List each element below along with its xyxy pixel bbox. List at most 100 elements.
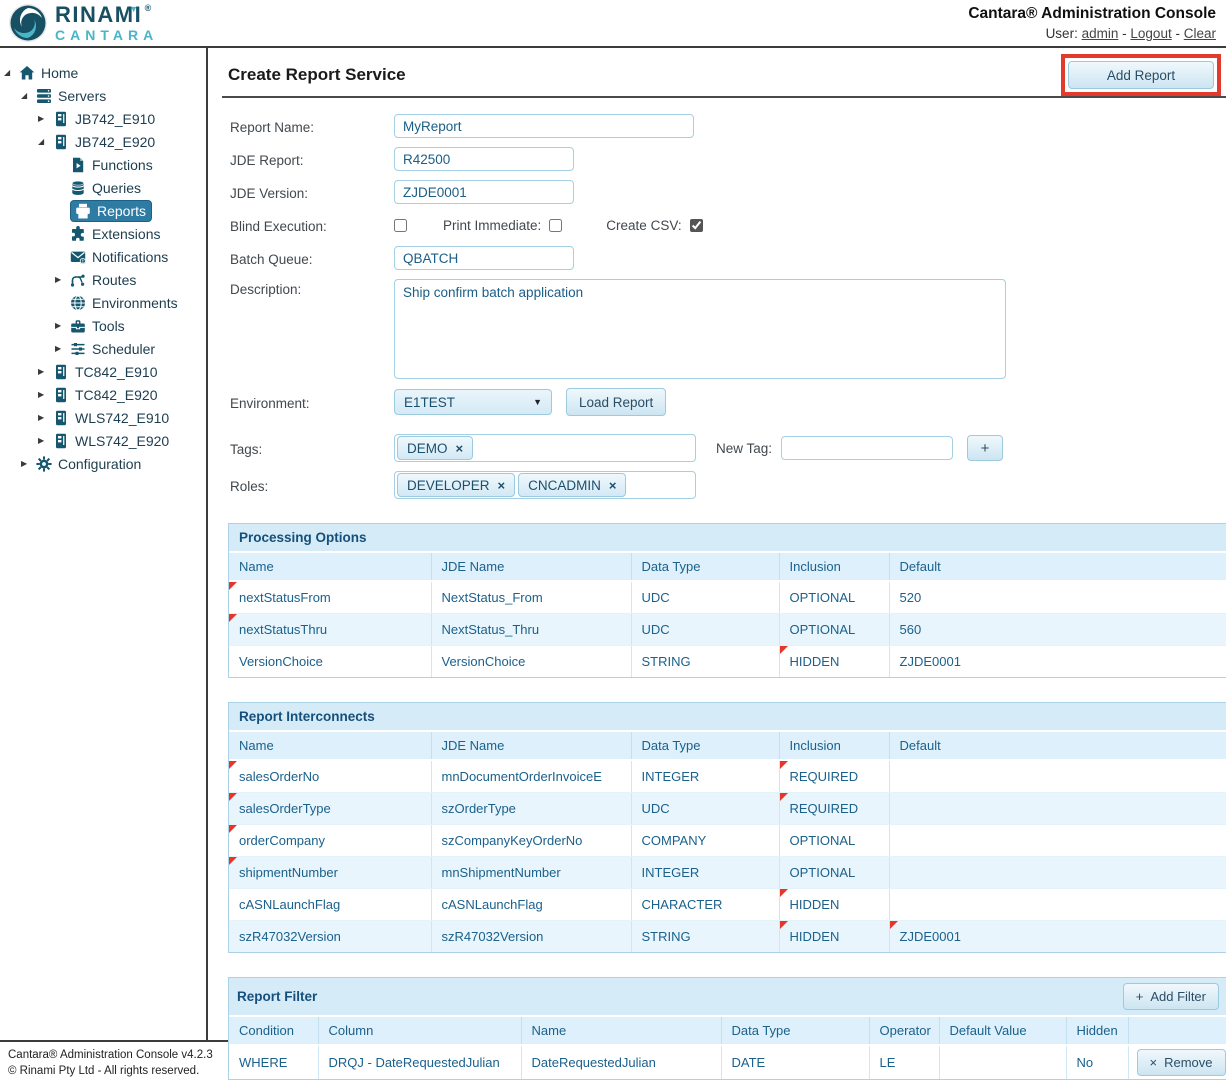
logout-link[interactable]: Logout — [1130, 26, 1171, 41]
jde-report-input[interactable] — [394, 147, 574, 171]
print-immediate-checkbox[interactable] — [549, 219, 562, 232]
new-tag-label: New Tag: — [716, 441, 772, 456]
chip-remove-icon[interactable]: × — [498, 479, 506, 492]
sidebar-item-scheduler[interactable]: ▶ Scheduler — [0, 337, 206, 360]
column-header: Default Value — [939, 1017, 1066, 1045]
column-header: Operator — [869, 1017, 939, 1045]
table-cell: mnShipmentNumber — [431, 857, 631, 889]
sidebar-item-configuration[interactable]: ▶ Configuration — [0, 452, 206, 475]
chip-remove-icon[interactable]: × — [456, 442, 464, 455]
remove-filter-button[interactable]: ×Remove — [1137, 1049, 1226, 1076]
environment-select[interactable]: E1TEST ▼ — [394, 389, 552, 415]
sidebar-item-tc842_e910[interactable]: ▶ TC842_E910 — [0, 360, 206, 383]
roles-label: Roles: — [222, 476, 394, 494]
sidebar-item-tools[interactable]: ▶ Tools — [0, 314, 206, 337]
sidebar-item-wls742_e910[interactable]: ▶ WLS742_E910 — [0, 406, 206, 429]
blind-execution-checkbox[interactable] — [394, 219, 407, 232]
sidebar-item-jb742_e920[interactable]: ◢ JB742_E920 — [0, 130, 206, 153]
expander-icon[interactable]: ▶ — [55, 321, 70, 330]
sidebar-item-servers[interactable]: ◢ Servers — [0, 84, 206, 107]
expander-icon[interactable]: ▶ — [38, 436, 53, 445]
expander-icon[interactable]: ▶ — [55, 344, 70, 353]
home-icon — [19, 65, 36, 81]
filter-actions-cell: ×Remove — [1128, 1045, 1226, 1079]
brand: RINAMI▼® CANTARA — [8, 3, 158, 43]
expander-icon[interactable]: ◢ — [21, 91, 36, 100]
report-filter-table: Report Filter + Add Filter ConditionColu… — [228, 977, 1226, 1080]
expander-icon[interactable]: ▶ — [38, 390, 53, 399]
create-csv-checkbox[interactable] — [690, 219, 703, 232]
sidebar-item-label: Notifications — [92, 249, 168, 265]
jde-version-input[interactable] — [394, 180, 574, 204]
table-cell: INTEGER — [631, 760, 779, 793]
sidebar-item-jb742_e910[interactable]: ▶ JB742_E910 — [0, 107, 206, 130]
column-header: Inclusion — [779, 553, 889, 581]
table-cell: UDC — [631, 614, 779, 646]
configuration-icon — [36, 456, 53, 472]
filter-row: WHEREDRQJ - DateRequestedJulianDateReque… — [229, 1045, 1226, 1079]
expander-icon[interactable]: ▶ — [38, 367, 53, 376]
sidebar-item-wls742_e920[interactable]: ▶ WLS742_E920 — [0, 429, 206, 452]
expander-icon[interactable]: ▶ — [38, 114, 53, 123]
chip-label: CNCADMIN — [528, 478, 601, 493]
expander-icon[interactable]: ◢ — [4, 68, 19, 77]
scheduler-icon — [70, 341, 87, 357]
batch-queue-input[interactable] — [394, 246, 574, 270]
sidebar-item-tc842_e920[interactable]: ▶ TC842_E920 — [0, 383, 206, 406]
sidebar-item-reports[interactable]: Reports — [0, 199, 206, 222]
blind-execution-label: Blind Execution: — [222, 216, 394, 234]
role-chip-developer: DEVELOPER × — [397, 473, 515, 497]
table-cell: NextStatus_Thru — [431, 614, 631, 646]
add-tag-button[interactable]: + — [967, 435, 1003, 461]
tags-input[interactable]: DEMO × — [394, 434, 696, 462]
environment-value: E1TEST — [404, 395, 455, 410]
column-header: Name — [229, 553, 431, 581]
sidebar-item-label: Home — [41, 65, 78, 81]
sidebar-item-label: WLS742_E920 — [75, 433, 169, 449]
expander-icon[interactable]: ▶ — [38, 413, 53, 422]
table-cell: VersionChoice — [229, 646, 431, 678]
roles-input[interactable]: DEVELOPER × CNCADMIN × — [394, 471, 696, 499]
clear-link[interactable]: Clear — [1184, 26, 1216, 41]
processing-options-table: Processing Options NameJDE NameData Type… — [228, 523, 1226, 678]
table-row: VersionChoiceVersionChoiceSTRINGHIDDENZJ… — [229, 646, 1226, 678]
sidebar-item-functions[interactable]: Functions — [0, 153, 206, 176]
table-row: szR47032VersionszR47032VersionSTRINGHIDD… — [229, 921, 1226, 953]
sidebar-item-notifications[interactable]: Notifications — [0, 245, 206, 268]
sidebar-item-home[interactable]: ◢ Home — [0, 61, 206, 84]
add-filter-button[interactable]: + Add Filter — [1123, 983, 1219, 1010]
role-chip-cncadmin: CNCADMIN × — [518, 473, 626, 497]
table-cell — [889, 760, 1226, 793]
server-icon — [53, 111, 70, 127]
add-report-button[interactable]: Add Report — [1068, 61, 1214, 89]
table-cell: NextStatus_From — [431, 581, 631, 614]
chip-remove-icon[interactable]: × — [609, 479, 617, 492]
sidebar-item-label: Queries — [92, 180, 141, 196]
user-link[interactable]: admin — [1082, 26, 1119, 41]
description-textarea[interactable] — [394, 279, 1006, 379]
table-cell: szR47032Version — [229, 921, 431, 953]
sidebar-item-extensions[interactable]: Extensions — [0, 222, 206, 245]
expander-icon[interactable]: ▶ — [21, 459, 36, 468]
load-report-button[interactable]: Load Report — [566, 388, 666, 416]
sidebar-item-environments[interactable]: Environments — [0, 291, 206, 314]
report-name-input[interactable] — [394, 114, 694, 138]
extensions-icon — [70, 226, 87, 242]
table-cell: OPTIONAL — [779, 581, 889, 614]
sidebar-tree: ◢ Home ◢ Servers ▶ JB742_E910 ◢ JB742_E9… — [0, 48, 208, 1040]
table-cell: orderCompany — [229, 825, 431, 857]
column-header: JDE Name — [431, 553, 631, 581]
table-cell: cASNLaunchFlag — [431, 889, 631, 921]
chip-label: DEMO — [407, 441, 448, 456]
column-header: Data Type — [631, 732, 779, 760]
table-cell: DATE — [721, 1045, 869, 1079]
table-cell: ZJDE0001 — [889, 921, 1226, 953]
new-tag-input[interactable] — [781, 436, 953, 460]
column-header: Data Type — [631, 553, 779, 581]
sidebar-item-queries[interactable]: Queries — [0, 176, 206, 199]
expander-icon[interactable]: ▶ — [55, 275, 70, 284]
table-cell: STRING — [631, 646, 779, 678]
server-icon — [53, 433, 70, 449]
sidebar-item-routes[interactable]: ▶ Routes — [0, 268, 206, 291]
expander-icon[interactable]: ◢ — [38, 137, 53, 146]
